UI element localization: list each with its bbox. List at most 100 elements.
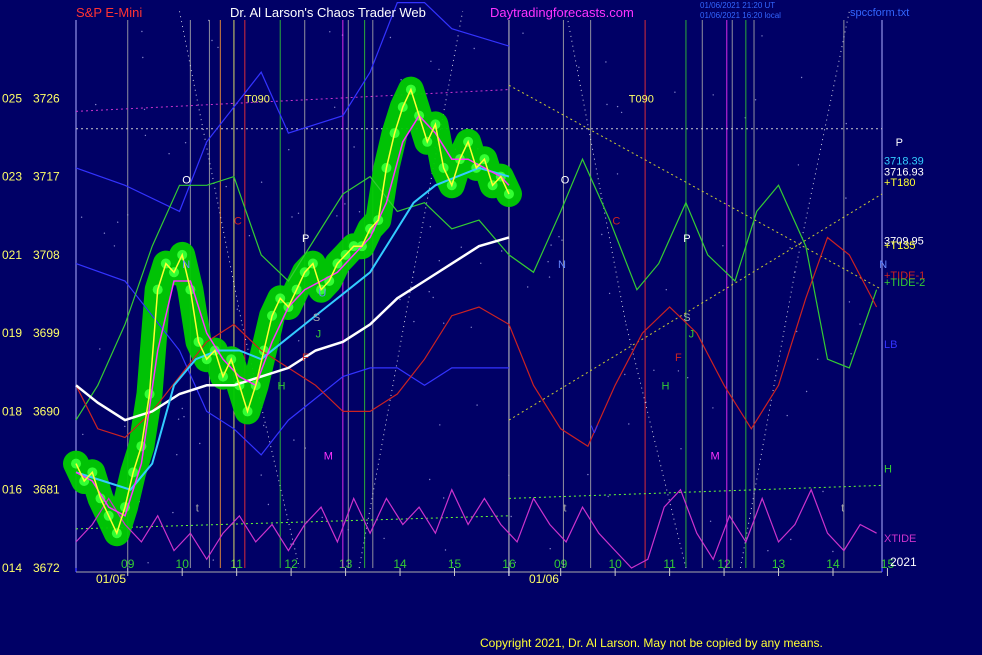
annotation-label: N [182,259,190,271]
star-dot [236,308,238,310]
star-dot [168,153,170,155]
star-dot [99,348,101,350]
annotation-label: M [324,450,333,462]
x-tick-label: 14 [826,557,840,571]
annotation-label: N [879,259,887,271]
ut-timestamp: 01/06/2021 21:20 UT [700,1,775,10]
symbol-title: S&P E-Mini [76,5,142,20]
y-tick-label: 025 [2,91,22,105]
star-dot [298,340,300,342]
star-dot [761,35,763,37]
date-label: 01/05 [96,572,126,586]
y-tick-label: 3690 [33,404,60,418]
star-dot [147,562,149,564]
y-tick-label: 3672 [33,561,60,575]
annotation-label: C [612,215,620,227]
star-dot [677,370,680,372]
star-dot [628,423,630,425]
star-dot [606,103,608,106]
annotation-label: t [841,502,844,514]
annotation-label: C [234,215,242,227]
star-dot [444,549,447,551]
star-dot [443,322,445,324]
star-dot [438,260,440,262]
star-dot [587,473,589,476]
star-dot [95,103,97,106]
x-tick-label: 10 [608,557,622,571]
star-dot [142,56,144,59]
star-dot [177,418,180,420]
annotation-label: F [302,352,309,364]
chart-svg: 025 3726 023 3717 021 3708 019 3699 018 3690 016 36… [0,0,982,650]
star-dot [432,296,434,299]
star-dot [558,236,560,238]
star-dot [561,239,563,241]
star-dot [786,414,788,417]
star-dot [260,181,263,183]
star-dot [183,416,185,418]
annotation-label: S [683,312,690,324]
star-dot [293,439,295,441]
star-dot [329,31,331,33]
star-dot [248,235,251,237]
star-dot [82,433,84,436]
source-file: spccform.txt [850,7,909,19]
x-tick-label: 09 [554,557,568,571]
star-dot [797,164,800,166]
star-dot [674,91,676,93]
star-dot [443,497,445,499]
annotation-label: T090 [245,94,270,106]
star-dot [430,60,432,62]
star-dot [832,550,834,553]
star-dot [527,286,529,288]
star-dot [845,122,847,125]
site-link[interactable]: Daytradingforecasts.com [490,5,634,20]
x-tick-label: 14 [393,557,407,571]
y-tick-label: 021 [2,248,22,262]
star-dot [439,424,441,426]
annotation-label: J [316,328,322,340]
star-dot [712,407,714,409]
star-dot [605,61,607,63]
annotation-label: P [896,137,903,149]
x-tick-label: 11 [663,557,676,571]
star-dot [859,323,861,325]
star-dot [80,216,83,218]
year-label: 2021 [890,555,917,569]
side-label: +T180 [884,177,916,189]
star-dot [712,94,714,96]
local-timestamp: 01/06/2021 16:20 local [700,11,781,20]
side-label: LB [884,339,897,351]
star-dot [501,250,503,252]
star-dot [680,448,682,450]
star-dot [607,495,609,498]
star-dot [211,39,213,42]
annotation-label: t [563,502,566,514]
y-tick-label: 018 [2,404,22,418]
star-dot [850,353,852,355]
annotation-label: O [561,175,570,187]
x-tick-label: 13 [339,557,353,571]
side-label: XTIDE [884,533,916,545]
y-tick-label: 019 [2,326,22,340]
star-dot [400,79,402,81]
side-label: +T135 [884,240,916,252]
star-dot [358,211,361,213]
star-dot [601,233,603,236]
y-tick-label: 3681 [33,483,60,497]
side-label: 3718.39 [884,155,924,167]
date-label: 01/06 [529,572,559,586]
star-dot [181,407,183,410]
x-tick-label: 12 [717,557,731,571]
star-dot [616,105,619,108]
star-dot [722,245,724,247]
star-dot [212,559,214,561]
star-dot [805,390,808,393]
star-dot [383,537,385,540]
star-dot [334,106,336,109]
star-dot [428,291,430,293]
star-dot [789,247,791,249]
y-tick-label: 3708 [33,248,60,262]
star-dot [608,292,611,295]
star-dot [620,111,623,114]
